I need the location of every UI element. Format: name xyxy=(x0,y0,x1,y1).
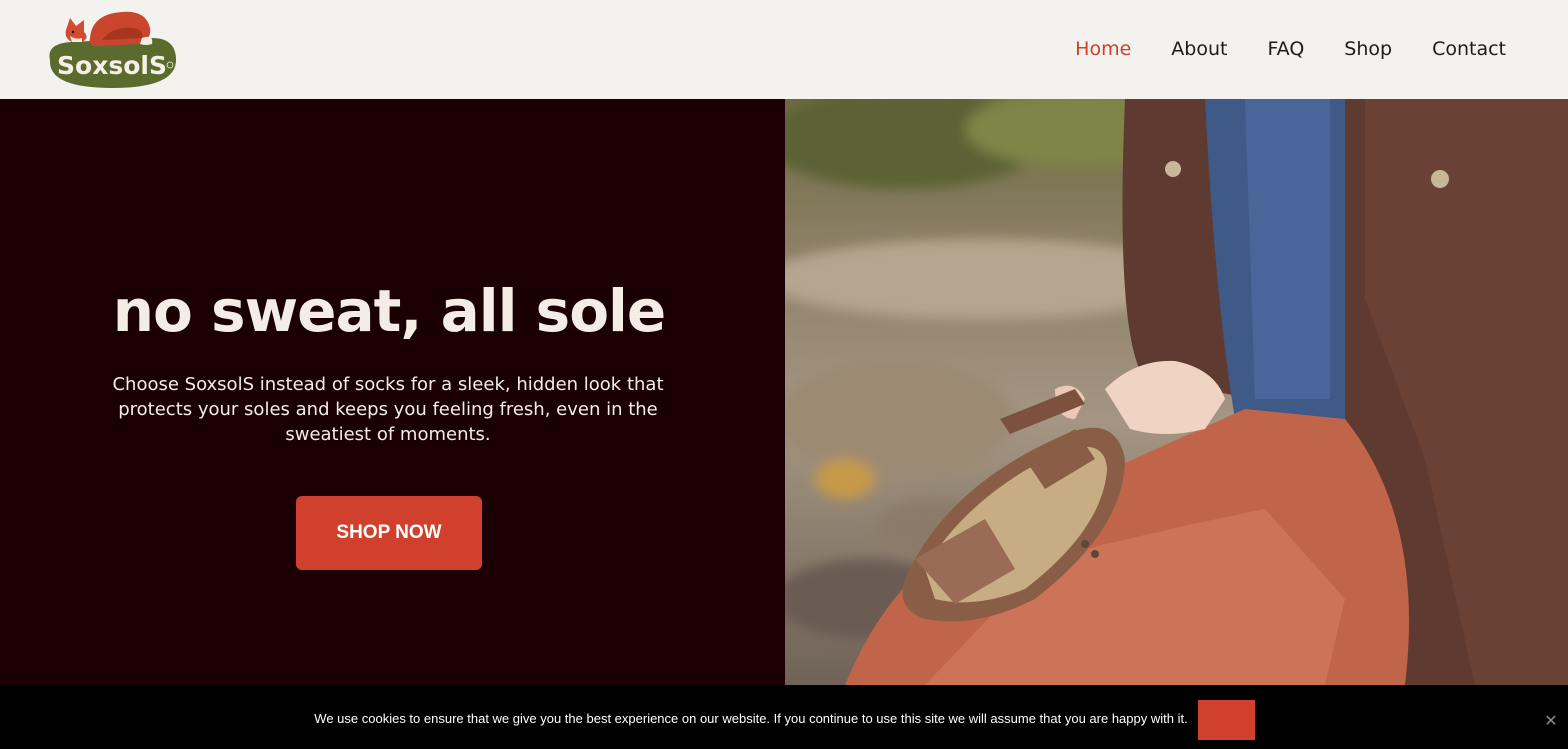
hero-image xyxy=(785,99,1568,685)
cookie-accept-button[interactable] xyxy=(1198,700,1255,740)
close-icon[interactable]: ✕ xyxy=(1541,711,1561,731)
hero-title: no sweat, all sole xyxy=(112,277,667,345)
cookie-notice-text-wrap: We use cookies to ensure that we give yo… xyxy=(0,711,1502,727)
cookie-notice-bar: We use cookies to ensure that we give yo… xyxy=(0,685,1568,749)
hero-photo xyxy=(785,99,1568,685)
nav-link-about[interactable]: About xyxy=(1171,37,1227,61)
site-header: SoxsolS Home About FAQ Shop Contact xyxy=(0,0,1568,99)
fox-logo-icon: SoxsolS xyxy=(49,11,176,88)
soxsols-logo[interactable]: SoxsolS xyxy=(42,8,182,92)
cookie-notice-text: We use cookies to ensure that we give yo… xyxy=(314,711,1188,726)
nav-link-home[interactable]: Home xyxy=(1075,37,1131,61)
main-nav: Home About FAQ Shop Contact xyxy=(1035,37,1506,61)
nav-link-contact[interactable]: Contact xyxy=(1432,37,1506,61)
hero-description: Choose SoxsolS instead of socks for a sl… xyxy=(112,374,664,445)
hero-text-panel: no sweat, all sole Choose SoxsolS instea… xyxy=(0,99,785,685)
nav-link-faq[interactable]: FAQ xyxy=(1267,37,1304,61)
shop-now-button[interactable]: SHOP NOW xyxy=(296,496,482,570)
nav-link-shop[interactable]: Shop xyxy=(1344,37,1392,61)
svg-text:SoxsolS: SoxsolS xyxy=(57,51,167,80)
